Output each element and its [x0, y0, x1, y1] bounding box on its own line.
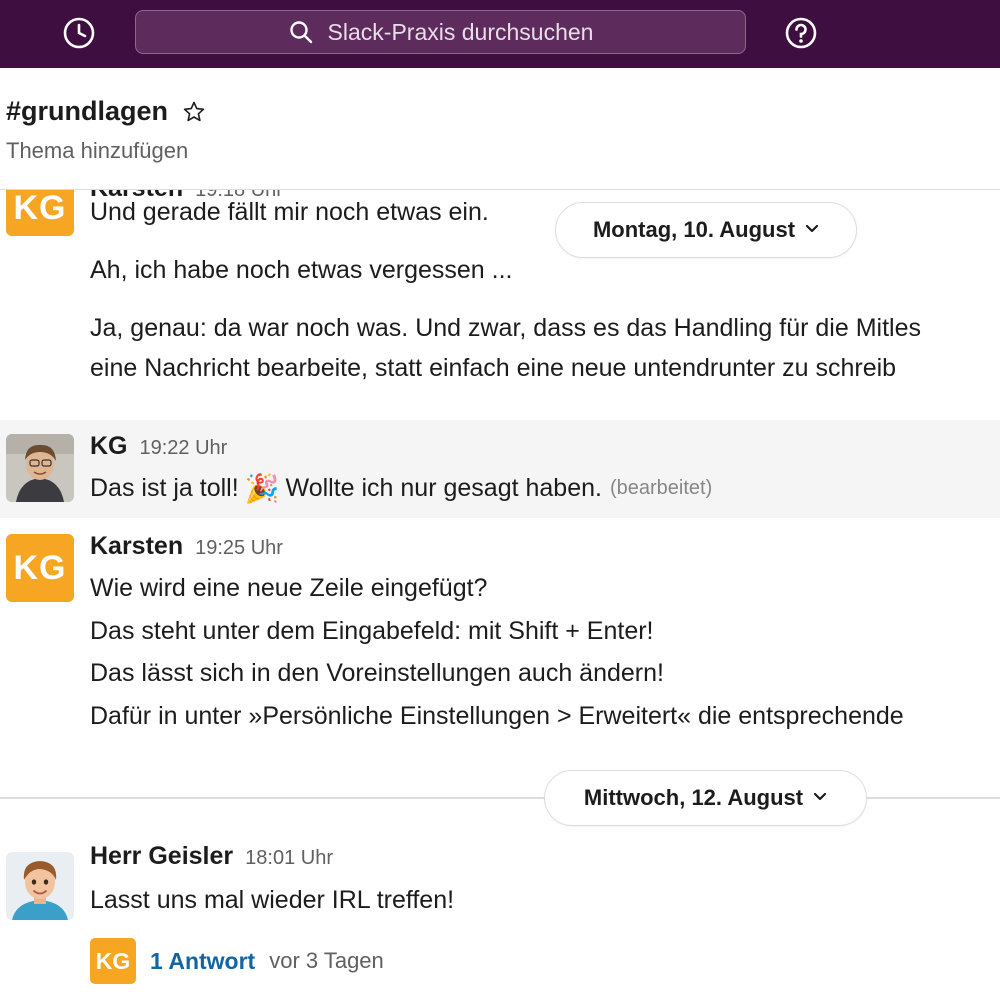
- sender-name[interactable]: Herr Geisler: [90, 842, 233, 871]
- avatar[interactable]: [6, 434, 74, 502]
- message-text-part: Wollte ich nur gesagt haben.: [285, 474, 602, 502]
- thread-replies[interactable]: KG 1 Antwort vor 3 Tagen: [90, 938, 384, 984]
- message-text: eine Nachricht bearbeite, statt einfach …: [90, 354, 897, 382]
- message-time[interactable]: 19:25 Uhr: [195, 537, 283, 560]
- date-jump-button[interactable]: Mittwoch, 12. August: [544, 770, 867, 826]
- message-text: Dafür in unter »Persönliche Einstellunge…: [90, 702, 904, 730]
- date-label: Mittwoch, 12. August: [583, 785, 804, 810]
- search-icon: [288, 19, 314, 45]
- message-text: Das steht unter dem Eingabefeld: mit Shi…: [90, 617, 654, 645]
- avatar[interactable]: [6, 852, 74, 920]
- message: Herr Geisler 18:01 Uhr Lasst uns mal wie…: [0, 840, 1000, 1000]
- chevron-down-icon: [813, 789, 827, 807]
- date-label: Montag, 10. August: [592, 217, 796, 242]
- message-text: Lasst uns mal wieder IRL treffen!: [90, 886, 455, 914]
- message: KG 19:22 Uhr Das ist ja toll! 🎉 Wollte i…: [0, 420, 1000, 518]
- sender-name[interactable]: KG: [90, 432, 128, 461]
- reply-time: vor 3 Tagen: [269, 948, 384, 973]
- channel-name[interactable]: #grundlagen: [6, 96, 168, 127]
- chevron-down-icon: [805, 221, 819, 239]
- star-icon[interactable]: [182, 99, 208, 125]
- message-text: Wie wird eine neue Zeile eingefügt?: [90, 574, 488, 602]
- reply-avatar: KG: [90, 938, 136, 984]
- avatar-initials: KG: [95, 947, 131, 974]
- avatar-initials: KG: [13, 190, 67, 227]
- message-text: Ah, ich habe noch etwas vergessen ...: [90, 256, 513, 284]
- sender-name[interactable]: Karsten: [90, 532, 183, 561]
- help-icon[interactable]: [782, 14, 820, 52]
- party-popper-emoji: 🎉: [244, 472, 280, 504]
- edited-label: (bearbeitet): [609, 477, 713, 499]
- channel-topic[interactable]: Thema hinzufügen: [6, 138, 188, 164]
- message-text: Das ist ja toll! 🎉 Wollte ich nur gesagt…: [90, 474, 712, 503]
- avatar-initials: KG: [13, 548, 67, 587]
- message-text-part: Das ist ja toll!: [90, 474, 239, 502]
- search-input[interactable]: Slack-Praxis durchsuchen: [135, 10, 746, 54]
- top-bar: Slack-Praxis durchsuchen: [0, 0, 1000, 68]
- message-time[interactable]: 18:01 Uhr: [245, 847, 333, 870]
- message-time[interactable]: 19:22 Uhr: [140, 437, 228, 460]
- reply-count-link[interactable]: 1 Antwort: [150, 948, 255, 975]
- message-text: Ja, genau: da war noch was. Und zwar, da…: [90, 314, 921, 342]
- search-placeholder: Slack-Praxis durchsuchen: [327, 18, 594, 45]
- message-text: Das lässt sich in den Voreinstellungen a…: [90, 659, 664, 687]
- avatar[interactable]: KG: [6, 190, 74, 236]
- date-jump-button[interactable]: Montag, 10. August: [555, 202, 857, 258]
- message-list[interactable]: KG Karsten 19:18 Uhr Und gerade fällt mi…: [0, 190, 1000, 1000]
- avatar[interactable]: KG: [6, 534, 74, 602]
- channel-header: #grundlagen Thema hinzufügen: [0, 68, 1000, 188]
- message-text: Und gerade fällt mir noch etwas ein.: [90, 198, 489, 226]
- message: KG Karsten 19:25 Uhr Wie wird eine neue …: [0, 520, 1000, 740]
- history-icon[interactable]: [60, 14, 98, 52]
